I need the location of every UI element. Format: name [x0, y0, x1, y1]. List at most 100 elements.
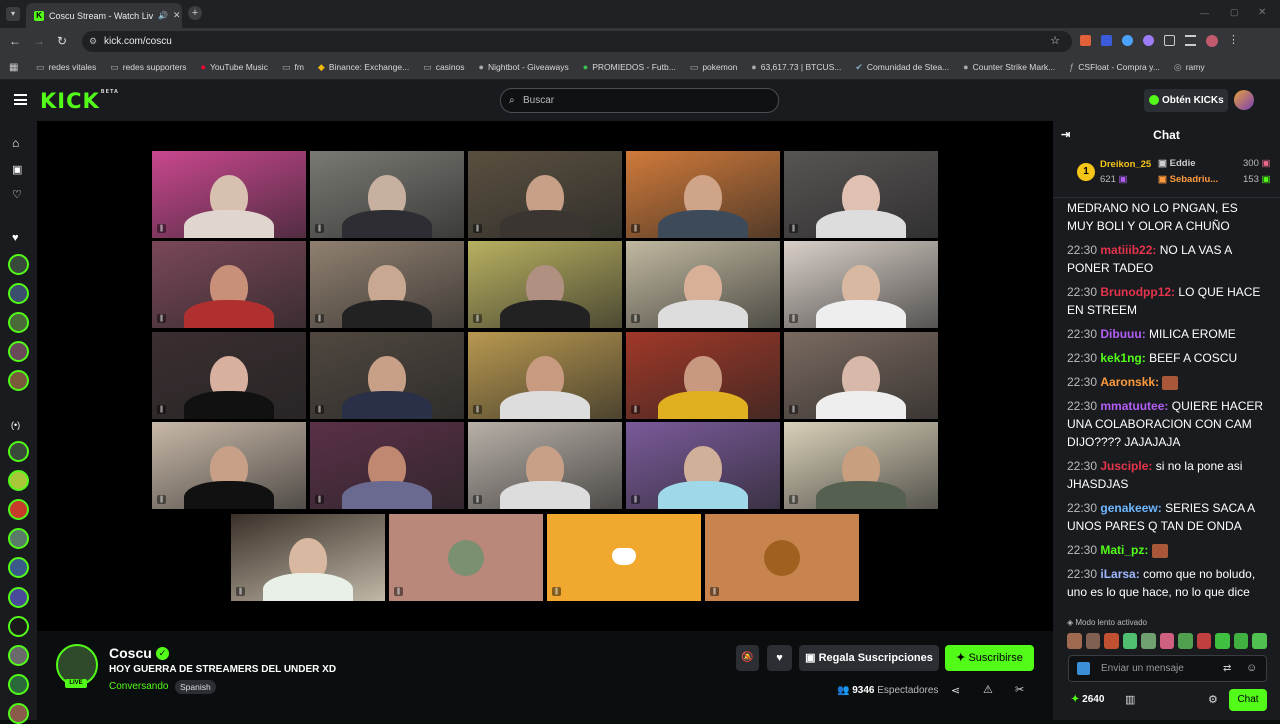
participant-video-tile[interactable]: ∥ [152, 151, 306, 238]
participant-video-tile[interactable]: ∥ [152, 422, 306, 509]
participant-video-tile[interactable]: ∥ [626, 332, 780, 419]
reading-list-icon[interactable] [1185, 35, 1196, 46]
participant-video-tile[interactable]: ∥ [310, 151, 464, 238]
subscribe-button[interactable]: ✦ Suscribirse [945, 645, 1034, 671]
message-username[interactable]: mmatuutee [1100, 399, 1164, 413]
participant-video-tile[interactable]: ∥ [152, 241, 306, 328]
participant-video-tile[interactable]: ∥ [310, 241, 464, 328]
live-channel-avatar[interactable] [8, 557, 29, 578]
hamburger-menu-icon[interactable] [14, 94, 27, 105]
user-avatar[interactable] [1234, 90, 1254, 110]
report-icon[interactable]: ⚠ [983, 683, 993, 696]
reload-icon[interactable]: ↻ [57, 34, 67, 48]
close-window-icon[interactable]: ✕ [1258, 7, 1266, 18]
followed-channel-avatar[interactable] [8, 254, 29, 275]
extension-icon[interactable] [1101, 35, 1112, 46]
participant-video-tile[interactable]: ∥ [705, 514, 859, 601]
back-icon[interactable]: ← [9, 34, 21, 48]
participant-video-tile[interactable]: ∥ [389, 514, 543, 601]
message-username[interactable]: matiiib22 [1100, 243, 1152, 257]
channel-name[interactable]: Coscu [109, 645, 152, 661]
emote-icon[interactable] [1196, 633, 1212, 649]
chat-badge-icon[interactable] [1077, 662, 1090, 675]
live-channel-avatar[interactable] [8, 470, 29, 491]
participant-video-tile[interactable]: ∥ [468, 332, 622, 419]
participant-video-tile[interactable]: ∥ [468, 241, 622, 328]
tab-close-icon[interactable]: ✕ [173, 10, 181, 21]
minimize-icon[interactable]: — [1200, 8, 1209, 18]
participant-video-tile[interactable]: ∥ [784, 332, 938, 419]
bookmark-star-icon[interactable]: ☆ [1050, 31, 1060, 52]
bookmark-item[interactable]: ▭ fm [282, 62, 304, 73]
browse-icon[interactable]: ▣ [12, 163, 22, 176]
bookmark-item[interactable]: ✔ Comunidad de Stea... [855, 62, 949, 73]
participant-video-tile[interactable]: ∥ [310, 422, 464, 509]
participant-video-tile[interactable]: ∥ [626, 151, 780, 238]
bookmark-item[interactable]: ▭ redes vitales [36, 62, 96, 73]
emote-icon[interactable] [1122, 633, 1138, 649]
emote-icon[interactable] [1141, 633, 1156, 649]
message-username[interactable]: iLarsa [1100, 567, 1135, 581]
collapse-chat-icon[interactable]: ⇥ [1061, 121, 1070, 149]
notifications-button[interactable]: 🔕 [736, 645, 759, 671]
leader-name[interactable]: Dreikon_25 [1100, 159, 1151, 170]
forward-icon[interactable]: → [33, 34, 45, 48]
home-icon[interactable]: ⌂ [12, 136, 19, 150]
bookmark-item[interactable]: ● PROMIEDOS - Futb... [583, 62, 676, 72]
following-icon[interactable]: ♡ [12, 188, 22, 201]
puzzle-icon[interactable] [1164, 35, 1175, 46]
live-channel-avatar[interactable] [8, 674, 29, 695]
participant-video-tile[interactable]: ∥ [626, 241, 780, 328]
get-kicks-button[interactable]: Obtén KICKs [1144, 89, 1228, 112]
share-icon[interactable]: ⋖ [951, 684, 960, 697]
participant-video-tile[interactable]: ∥ [152, 332, 306, 419]
kick-logo[interactable]: KICKBETA [40, 89, 119, 113]
followed-channel-avatar[interactable] [8, 312, 29, 333]
participant-video-tile[interactable]: ∥ [784, 241, 938, 328]
bookmark-item[interactable]: ● YouTube Music [201, 62, 268, 72]
gift-subscriptions-button[interactable]: ▣ Regala Suscripciones [799, 645, 939, 671]
message-username[interactable]: kek1ng [1100, 351, 1141, 365]
live-channel-avatar[interactable] [8, 441, 29, 462]
leader-name[interactable]: ▣ Eddie [1158, 158, 1196, 169]
tab-audio-icon[interactable]: 🔊 [158, 11, 168, 20]
message-username[interactable]: Brunodpp12 [1100, 285, 1171, 299]
extension-icon[interactable] [1143, 35, 1154, 46]
browser-menu-icon[interactable]: ⋮ [1228, 35, 1239, 47]
leader-name[interactable]: ▣ Sebadriu... [1158, 174, 1218, 185]
bookmark-item[interactable]: ▭ pokemon [690, 62, 737, 73]
discord-placeholder-tile[interactable]: ∥ [547, 514, 701, 601]
chat-send-button[interactable]: Chat [1229, 689, 1267, 711]
emote-icon[interactable] [1215, 633, 1230, 649]
clip-icon[interactable]: ✂ [1015, 683, 1024, 696]
tab-list-icon[interactable]: ▾ [6, 7, 20, 21]
participant-video-tile[interactable]: ∥ [468, 422, 622, 509]
bookmark-item[interactable]: ● 63,617.73 | BTCUS... [751, 62, 841, 72]
live-channel-avatar[interactable] [8, 528, 29, 549]
live-channel-avatar[interactable] [8, 499, 29, 520]
message-username[interactable]: Aaronskk [1100, 375, 1155, 389]
emote-icon[interactable] [1085, 633, 1101, 649]
url-field[interactable]: ⚙ kick.com/coscu ☆ [82, 31, 1072, 52]
emote-icon[interactable] [1159, 633, 1175, 649]
message-username[interactable]: Mati_pz [1100, 543, 1144, 557]
emote-icon[interactable] [1252, 633, 1268, 649]
emote-icon[interactable] [1178, 633, 1193, 649]
extension-icon[interactable] [1122, 35, 1133, 46]
extension-icon[interactable] [1080, 35, 1091, 46]
message-username[interactable]: Jusciple [1100, 459, 1148, 473]
live-channel-avatar[interactable] [8, 616, 29, 637]
bookmark-item[interactable]: ƒ CSFloat - Compra y... [1069, 62, 1160, 72]
emoji-icon[interactable]: ☺ [1246, 656, 1257, 681]
message-username[interactable]: Dibuuu [1100, 327, 1141, 341]
site-info-icon[interactable]: ⚙ [89, 31, 97, 52]
maximize-icon[interactable]: ▢ [1230, 7, 1239, 18]
emote-icon[interactable] [1233, 633, 1249, 649]
profile-icon[interactable] [1206, 35, 1218, 47]
followed-channel-avatar[interactable] [8, 370, 29, 391]
emote-icon[interactable] [1067, 633, 1082, 649]
participant-video-tile[interactable]: ∥ [626, 422, 780, 509]
channel-points[interactable]: ✦ 2640 [1071, 694, 1104, 705]
live-channel-avatar[interactable] [8, 645, 29, 666]
translate-icon[interactable]: ⇄ [1223, 656, 1231, 681]
